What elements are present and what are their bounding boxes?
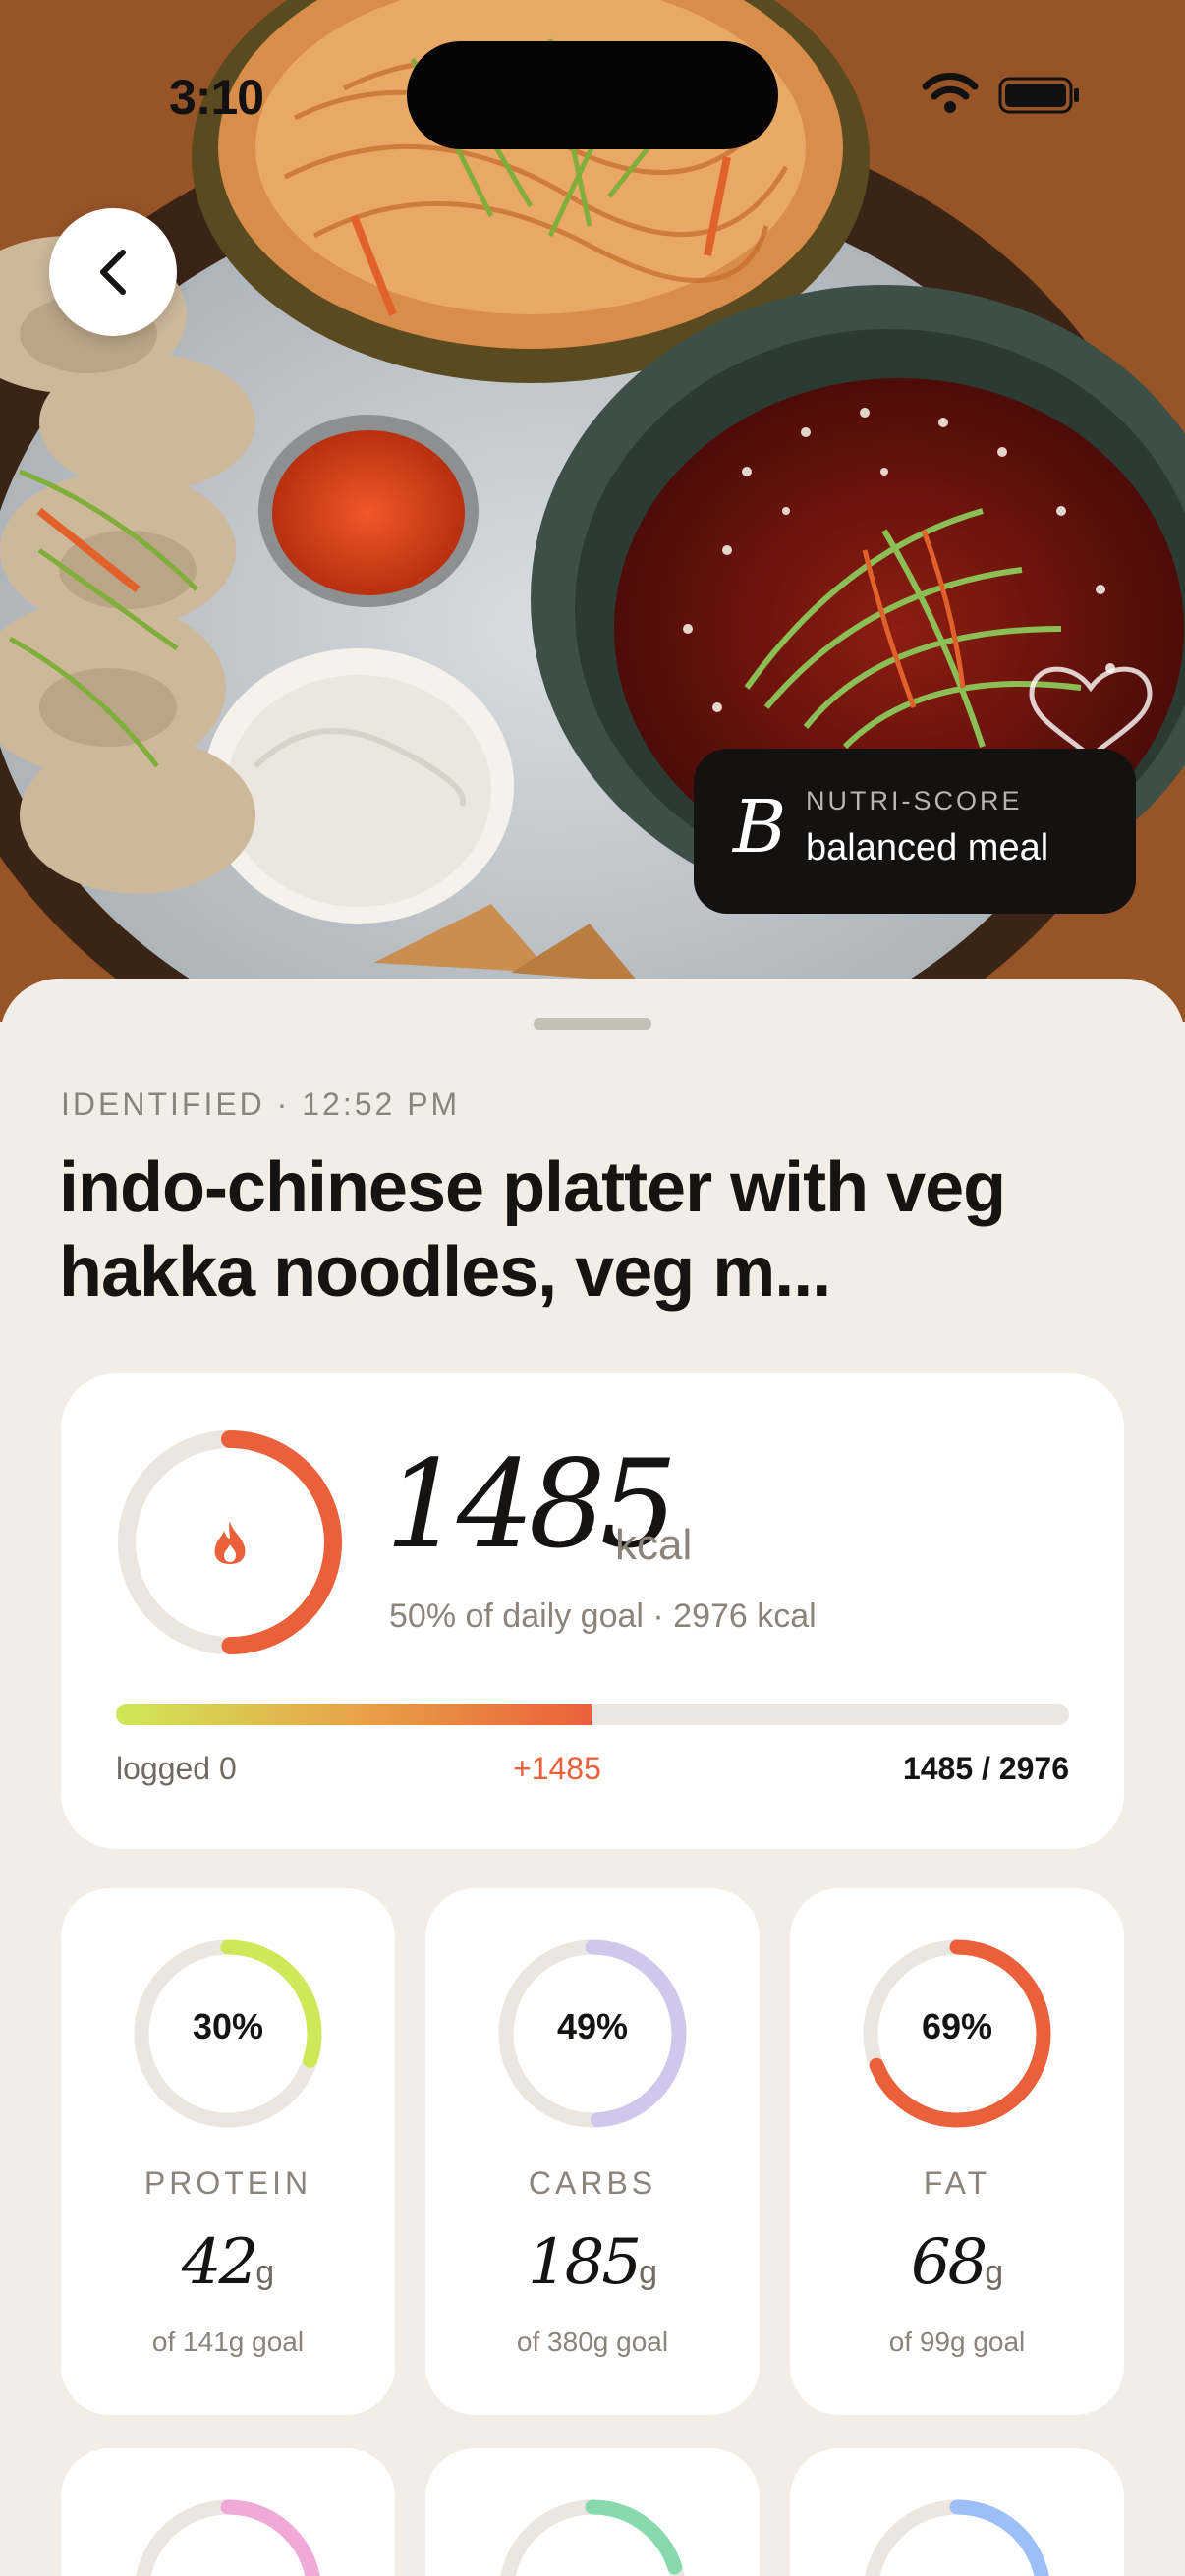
macro-amount-value: 42	[181, 2226, 258, 2299]
calories-card: 1485 kcal 50% of daily goal · 2976 kcal …	[61, 1373, 1124, 1849]
macro-amount: 185g	[425, 2226, 760, 2299]
micro-card	[61, 2448, 395, 2576]
chevron-left-icon	[100, 250, 126, 295]
macro-name: CARBS	[528, 2165, 657, 2201]
back-button[interactable]	[49, 208, 177, 336]
battery-icon	[998, 77, 1079, 114]
meal-meta: IDENTIFIED · 12:52 PM	[61, 1087, 461, 1122]
meal-detail-sheet: IDENTIFIED · 12:52 PM indo-chinese platt…	[0, 979, 1185, 2576]
macro-card-carbs: 49% CARBS 185g of 380g goal	[425, 1888, 760, 2415]
status-bar: 3:10	[0, 0, 1185, 157]
macro-percent: 30%	[192, 2006, 264, 2046]
macro-goal: of 99g goal	[888, 2326, 1026, 2357]
added-label: +1485	[513, 1751, 601, 1786]
macro-goal: of 380g goal	[516, 2326, 669, 2357]
macro-amount-value: 68	[910, 2226, 988, 2299]
macro-amount: 68g	[790, 2226, 1124, 2299]
nutri-score-label: NUTRI-SCORE	[806, 786, 1023, 815]
wifi-icon	[922, 73, 979, 113]
dynamic-island	[407, 41, 778, 149]
calorie-unit: kcal	[615, 1521, 693, 1569]
calorie-progress-bar	[116, 1704, 1069, 1725]
macro-amount-unit: g	[985, 2254, 1004, 2291]
nutri-score-grade: B	[733, 785, 787, 869]
micro-ring	[134, 2499, 322, 2576]
macro-amount: 42g	[61, 2226, 395, 2299]
macro-goal: of 141g goal	[151, 2326, 305, 2357]
sheet-grabber[interactable]	[534, 1018, 651, 1030]
calorie-ring	[118, 1430, 342, 1654]
nutri-score-card: B NUTRI-SCORE balanced meal	[694, 749, 1136, 914]
macro-name: PROTEIN	[143, 2165, 312, 2201]
flame-icon	[214, 1521, 246, 1564]
macro-card-protein: 30% PROTEIN 42g of 141g goal	[61, 1888, 395, 2415]
macro-amount-value: 185	[527, 2226, 642, 2299]
micro-card	[790, 2448, 1124, 2576]
nutri-score-value: balanced meal	[806, 827, 1049, 868]
logged-label: logged 0	[116, 1751, 237, 1786]
calorie-progress-fill	[116, 1704, 592, 1725]
micro-ring	[863, 2499, 1051, 2576]
macro-card-fat: 69% FAT 68g of 99g goal	[790, 1888, 1124, 2415]
macro-amount-unit: g	[639, 2254, 658, 2291]
micro-ring	[498, 2499, 687, 2576]
macro-name: FAT	[923, 2165, 991, 2201]
macro-amount-unit: g	[255, 2254, 275, 2291]
calorie-goal-text: 50% of daily goal · 2976 kcal	[389, 1597, 817, 1635]
macro-percent: 69%	[921, 2006, 993, 2046]
total-label: 1485 / 2976	[902, 1751, 1069, 1786]
micro-card	[425, 2448, 760, 2576]
meal-title: indo-chinese platter with veg hakka nood…	[59, 1148, 1006, 1312]
status-time: 3:10	[169, 70, 264, 125]
macro-percent: 49%	[556, 2006, 629, 2046]
